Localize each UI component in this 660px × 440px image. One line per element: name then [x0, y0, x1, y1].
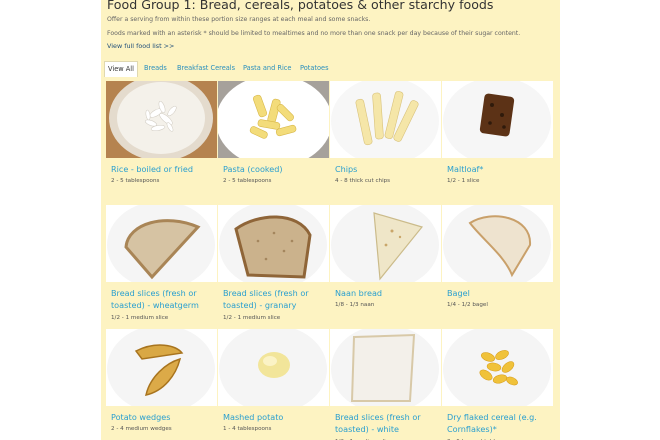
food-card[interactable]: Bagel 1/4 - 1/2 bagel	[442, 205, 553, 326]
food-name-line: Bread slices (fresh or	[111, 288, 197, 298]
food-portion: 1/2 - 1 medium slice	[223, 315, 281, 321]
food-card[interactable]: Rice - boiled or fried 2 - 5 tablespoons	[106, 81, 217, 202]
food-card[interactable]: Mashed potato 1 - 4 tablespoons	[218, 329, 329, 440]
white-bread-photo[interactable]	[330, 329, 441, 406]
food-card[interactable]: Naan bread 1/8 - 1/3 naan	[330, 205, 441, 326]
food-portion: 4 - 8 thick cut chips	[335, 178, 391, 184]
food-name-line: Dry flaked cereal (e.g.	[447, 412, 537, 422]
food-portion: 2 - 4 medium wedges	[111, 426, 172, 432]
mashed-potato-photo[interactable]	[218, 329, 329, 406]
pasta-photo[interactable]	[218, 81, 329, 158]
food-name-link[interactable]: Potato wedges	[111, 411, 215, 423]
food-card[interactable]: Bread slices (fresh ortoasted) - white1/…	[330, 329, 441, 440]
food-name-link[interactable]: Chips	[335, 163, 439, 175]
food-portion: 2 - 5 tablespoons	[223, 178, 272, 184]
food-name-link[interactable]: Rice - boiled or fried	[111, 163, 215, 175]
food-name-link[interactable]: Maltloaf*	[447, 163, 551, 175]
tab-breads[interactable]: Breads	[144, 61, 167, 76]
food-card[interactable]: Chips 4 - 8 thick cut chips	[330, 81, 441, 202]
food-portion: 1/8 - 1/3 naan	[335, 302, 375, 308]
food-group-panel: Food Group 1: Bread, cereals, potatoes &…	[101, 0, 560, 440]
food-name-link[interactable]: Bread slices (fresh or toasted) - white	[335, 411, 439, 435]
food-portion: 2 - 5 tablespoons	[111, 178, 160, 184]
asterisk-note: Foods marked with an asterisk * should b…	[107, 30, 521, 37]
maltloaf-photo[interactable]	[442, 81, 553, 158]
granary-bread-photo[interactable]	[218, 205, 329, 282]
bagel-photo[interactable]	[442, 205, 553, 282]
view-full-food-list-link[interactable]: View full food list >>	[107, 42, 174, 50]
food-name-link[interactable]: Pasta (cooked)	[223, 163, 327, 175]
food-portion: 1/4 - 1/2 bagel	[447, 302, 488, 308]
food-card[interactable]: Maltloaf* 1/2 - 1 slice	[442, 81, 553, 202]
chips-photo[interactable]	[330, 81, 441, 158]
food-name-line: Bread slices (fresh or	[223, 288, 309, 298]
food-name-link[interactable]: Naan bread	[335, 287, 439, 299]
tab-breakfast-cereals[interactable]: Breakfast Cereals	[177, 61, 235, 76]
food-name-link[interactable]: Dry flaked cereal (e.g. Cornflakes)*	[447, 411, 551, 435]
food-name-link[interactable]: Bread slices (fresh or toasted) - wheatge…	[111, 287, 215, 311]
cornflakes-photo[interactable]	[442, 329, 553, 406]
food-portion: 1 - 4 tablespoons	[223, 426, 272, 432]
food-name-line: toasted) - wheatgerm	[111, 300, 199, 310]
food-name-line: Bread slices (fresh or	[335, 412, 421, 422]
wheatgerm-bread-photo[interactable]	[106, 205, 217, 282]
tab-pasta-and-rice[interactable]: Pasta and Rice	[243, 61, 291, 76]
food-card[interactable]: Bread slices (fresh or toasted) - granary…	[218, 205, 329, 326]
food-name-link[interactable]: Bagel	[447, 287, 551, 299]
food-card[interactable]: Bread slices (fresh or toasted) - wheatge…	[106, 205, 217, 326]
food-name-link[interactable]: Bread slices (fresh or toasted) - granary	[223, 287, 327, 311]
tab-potatoes[interactable]: Potatoes	[300, 61, 329, 76]
rice-photo[interactable]	[106, 81, 217, 158]
tab-view-all[interactable]: View All	[104, 61, 138, 77]
potato-wedges-photo[interactable]	[106, 329, 217, 406]
food-card[interactable]: Potato wedges 2 - 4 medium wedges	[106, 329, 217, 440]
food-card[interactable]: Dry flaked cereal (e.g.Cornflakes)*3 - 6…	[442, 329, 553, 440]
food-name-line: toasted) - white	[335, 424, 399, 434]
food-card[interactable]: Pasta (cooked) 2 - 5 tablespoons	[218, 81, 329, 202]
intro-text: Offer a serving from within these portio…	[107, 16, 371, 23]
food-name-link[interactable]: Mashed potato	[223, 411, 327, 423]
food-portion: 1/2 - 1 slice	[447, 178, 480, 184]
page-title: Food Group 1: Bread, cereals, potatoes &…	[107, 0, 494, 12]
naan-photo[interactable]	[330, 205, 441, 282]
food-portion: 1/2 - 1 medium slice	[111, 315, 169, 321]
food-name-line: toasted) - granary	[223, 300, 297, 310]
food-name-line: Cornflakes)*	[447, 424, 497, 434]
